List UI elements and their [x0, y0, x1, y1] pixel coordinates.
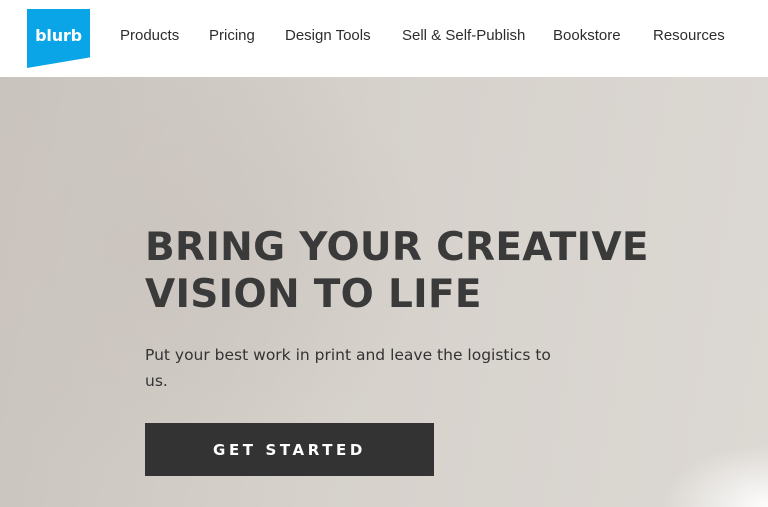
nav-item-resources[interactable]: Resources [653, 27, 725, 45]
nav-item-products[interactable]: Products [120, 27, 179, 45]
top-navigation: blurb Products Pricing Design Tools Sell… [0, 0, 768, 77]
hero-headline: BRING YOUR CREATIVE VISION TO LIFE [145, 224, 745, 318]
nav-item-pricing[interactable]: Pricing [209, 27, 255, 45]
blurb-logo[interactable]: blurb [27, 9, 90, 68]
hero-section: BRING YOUR CREATIVE VISION TO LIFE Put y… [0, 77, 768, 507]
get-started-button[interactable]: GET STARTED [145, 423, 434, 476]
hero-headline-line-2: VISION TO LIFE [145, 272, 482, 317]
hero-headline-line-1: BRING YOUR CREATIVE [145, 225, 649, 270]
nav-item-bookstore[interactable]: Bookstore [553, 27, 621, 45]
nav-item-sell-self-publish[interactable]: Sell & Self-Publish [402, 27, 525, 45]
hero-subtitle: Put your best work in print and leave th… [145, 346, 551, 390]
nav-item-design-tools[interactable]: Design Tools [285, 27, 371, 45]
logo-text: blurb [35, 26, 82, 45]
